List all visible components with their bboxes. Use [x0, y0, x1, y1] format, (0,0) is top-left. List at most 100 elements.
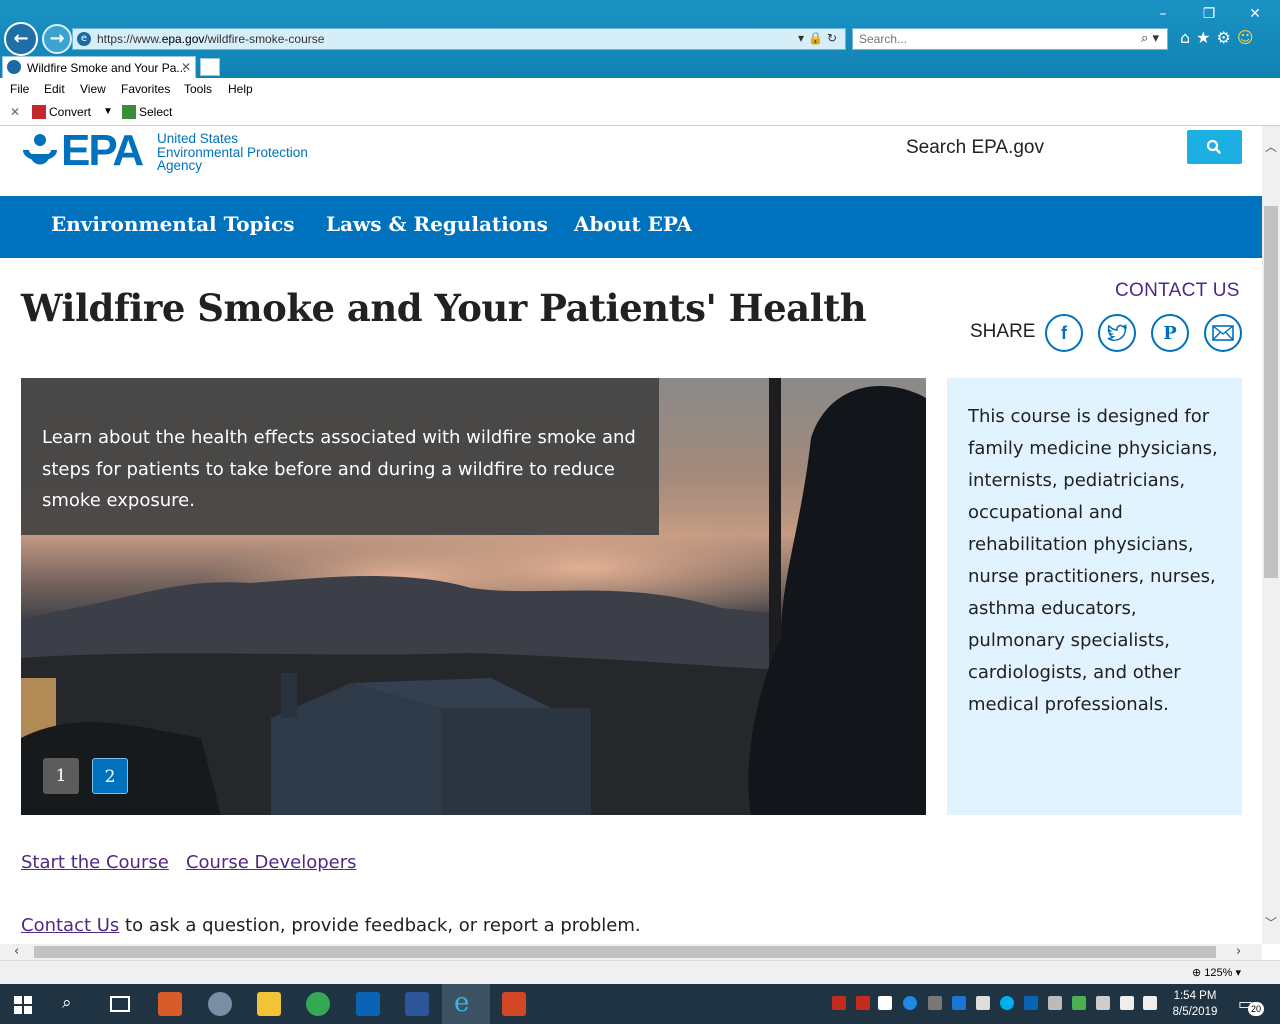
address-bar-actions: ▾🔒↻ [798, 31, 841, 45]
convert-label: Convert [49, 105, 92, 119]
media-player-icon[interactable] [158, 992, 182, 1016]
horizontal-scrollbar[interactable]: ‹ › [0, 944, 1262, 960]
menu-edit[interactable]: Edit [44, 82, 65, 96]
battery-icon[interactable] [1120, 996, 1134, 1010]
url-host: epa.gov [161, 32, 205, 46]
scroll-down-icon[interactable]: ﹀ [1264, 914, 1278, 931]
twitter-share-button[interactable] [1098, 314, 1136, 352]
tray-app-icon[interactable] [832, 996, 846, 1010]
nav-about-epa[interactable]: About EPA [574, 212, 692, 236]
browser-titlebar: – ❐ ✕ ← → e https://www.epa.gov/wildfire… [0, 0, 1280, 78]
email-share-button[interactable] [1204, 314, 1242, 352]
outlook-tray-icon[interactable] [1024, 996, 1038, 1010]
display-icon[interactable] [1096, 996, 1110, 1010]
minimize-button[interactable]: – [1146, 4, 1180, 24]
dollar-app-icon[interactable] [878, 996, 892, 1010]
address-url[interactable]: https://www.epa.gov/wildfire-smoke-cours… [97, 32, 324, 46]
vertical-scrollbar[interactable]: ︿ ﹀ [1262, 126, 1280, 944]
menu-view[interactable]: View [80, 82, 106, 96]
search-taskbar-icon[interactable]: ⌕ [62, 993, 72, 1013]
onedrive-icon[interactable] [903, 996, 917, 1010]
smiley-feedback-icon[interactable]: ☺ [1237, 28, 1260, 47]
browser-search-input[interactable] [859, 32, 1119, 46]
agency-line-3: Agency [157, 158, 203, 173]
favorites-star-icon[interactable]: ★ [1196, 28, 1216, 47]
contact-us-inline-link[interactable]: Contact Us [21, 915, 119, 936]
select-tool-icon [122, 105, 136, 119]
zoom-control[interactable]: ⊕ 125% ▾ [1192, 966, 1241, 979]
refresh-icon[interactable]: ↻ [827, 31, 841, 45]
agency-line-2: Environmental Protection [157, 144, 308, 160]
nav-environmental-topics[interactable]: Environmental Topics [51, 212, 295, 236]
word-icon[interactable] [405, 992, 429, 1016]
scroll-right-icon[interactable]: › [1236, 944, 1241, 959]
home-icon[interactable]: ⌂ [1180, 28, 1196, 47]
internet-explorer-active[interactable]: e [442, 984, 490, 1024]
nx-icon[interactable] [928, 996, 942, 1010]
course-developers-link[interactable]: Course Developers [186, 852, 357, 873]
address-bar[interactable]: e https://www.epa.gov/wildfire-smoke-cou… [72, 28, 846, 50]
usb-icon[interactable] [976, 996, 990, 1010]
snipping-icon[interactable] [1048, 996, 1062, 1010]
file-explorer-icon[interactable] [257, 992, 281, 1016]
network-app-icon[interactable] [1072, 996, 1086, 1010]
contact-us-link[interactable]: CONTACT US [1115, 280, 1240, 302]
task-view-icon[interactable] [110, 996, 130, 1012]
dropdown-icon[interactable]: ▾ [798, 31, 808, 45]
epa-logo[interactable]: EPA United States Environmental Protecti… [21, 126, 321, 175]
action-center-icon[interactable]: ▭ 20 [1238, 994, 1264, 1016]
chrome-icon[interactable] [306, 992, 330, 1016]
close-toolbar-icon[interactable]: ✕ [10, 105, 20, 119]
back-button[interactable]: ← [4, 22, 38, 56]
twitter-icon [1107, 323, 1127, 341]
scroll-left-icon[interactable]: ‹ [14, 944, 19, 959]
epa-wordmark: EPA [61, 126, 144, 175]
main-nav: Environmental Topics Laws & Regulations … [0, 196, 1262, 258]
gear-icon[interactable]: ⚙ [1217, 28, 1237, 47]
select-button[interactable]: Select [122, 105, 172, 119]
menu-tools[interactable]: Tools [184, 82, 212, 96]
close-window-button[interactable]: ✕ [1238, 4, 1272, 24]
volume-icon[interactable] [1143, 996, 1157, 1010]
start-course-link[interactable]: Start the Course [21, 852, 169, 873]
scroll-up-icon[interactable]: ︿ [1264, 138, 1278, 155]
browser-tab-active[interactable]: Wildfire Smoke and Your Pa... ✕ [2, 56, 196, 78]
mcafee-icon[interactable] [856, 996, 870, 1010]
site-search: Search EPA.gov [896, 130, 1242, 166]
skype-icon[interactable] [1000, 996, 1014, 1010]
page-title: Wildfire Smoke and Your Patients' Health [21, 286, 867, 330]
lock-icon[interactable]: 🔒 [808, 31, 827, 45]
hero-caption-box: Learn about the health effects associate… [21, 378, 659, 535]
browser-search-box[interactable]: ⌕ ▾ [852, 28, 1168, 50]
windows-start-icon[interactable] [14, 996, 32, 1014]
contact-suffix-text: to ask a question, provide feedback, or … [119, 915, 641, 936]
envelope-icon [1212, 325, 1234, 341]
outlook-icon[interactable] [356, 992, 380, 1016]
close-tab-icon[interactable]: ✕ [181, 60, 191, 74]
site-search-button[interactable] [1187, 130, 1242, 164]
horizontal-scroll-thumb[interactable] [34, 946, 1216, 958]
menu-help[interactable]: Help [228, 82, 253, 96]
system-clock[interactable]: 1:54 PM 8/5/2019 [1166, 988, 1224, 1020]
nav-laws-regulations[interactable]: Laws & Regulations [326, 212, 548, 236]
paint-icon[interactable] [208, 992, 232, 1016]
slide-2-button[interactable]: 2 [92, 758, 128, 794]
menu-favorites[interactable]: Favorites [121, 82, 170, 96]
menu-bar: File Edit View Favorites Tools Help [0, 78, 1280, 100]
bluetooth-icon[interactable] [952, 996, 966, 1010]
course-links: Start the Course Course Developers [21, 852, 357, 873]
facebook-share-button[interactable]: f [1045, 314, 1083, 352]
slide-1-button[interactable]: 1 [43, 758, 79, 794]
vertical-scroll-thumb[interactable] [1264, 206, 1278, 578]
convert-dropdown-icon[interactable]: ▼ [103, 106, 113, 117]
restore-button[interactable]: ❐ [1192, 4, 1226, 24]
new-tab-button[interactable] [200, 58, 220, 76]
menu-file[interactable]: File [10, 82, 29, 96]
convert-button[interactable]: Convert [32, 105, 91, 119]
powerpoint-icon[interactable] [502, 992, 526, 1016]
pinterest-share-button[interactable]: P [1151, 314, 1189, 352]
site-search-input[interactable]: Search EPA.gov [896, 130, 1186, 166]
search-icon[interactable]: ⌕ ▾ [1141, 31, 1159, 46]
forward-button[interactable]: → [42, 24, 72, 54]
site-favicon-icon: e [77, 32, 91, 46]
